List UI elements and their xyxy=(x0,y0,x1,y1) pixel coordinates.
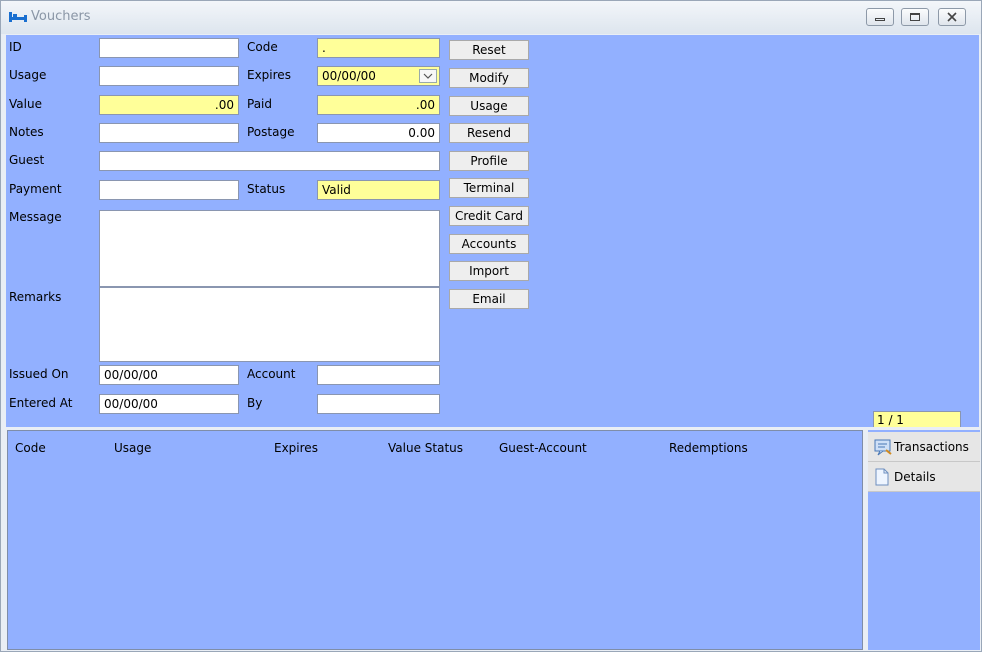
postage-field[interactable]: 0.00 xyxy=(317,123,440,143)
guest-field[interactable] xyxy=(99,151,440,171)
usage-field[interactable] xyxy=(99,66,239,86)
payment-label: Payment xyxy=(9,182,62,196)
code-field[interactable]: . xyxy=(317,38,440,58)
expires-label: Expires xyxy=(247,68,291,82)
modify-button[interactable]: Modify xyxy=(449,68,529,88)
voucher-form-panel: ID Usage Value Notes Guest Payment Messa… xyxy=(6,35,979,427)
profile-button[interactable]: Profile xyxy=(449,151,529,171)
account-label: Account xyxy=(247,367,296,381)
payment-field[interactable] xyxy=(99,180,239,200)
id-label: ID xyxy=(9,40,22,54)
postage-label: Postage xyxy=(247,125,295,139)
terminal-button[interactable]: Terminal xyxy=(449,178,529,198)
id-field[interactable] xyxy=(99,38,239,58)
code-label: Code xyxy=(247,40,278,54)
paid-label: Paid xyxy=(247,97,273,111)
column-header-code[interactable]: Code xyxy=(15,441,46,455)
close-icon xyxy=(947,12,957,22)
remarks-field[interactable] xyxy=(99,287,440,362)
issued-on-label: Issued On xyxy=(9,367,69,381)
title-bar: Vouchers xyxy=(1,1,981,34)
minimize-icon xyxy=(875,18,885,21)
window-title: Vouchers xyxy=(31,9,91,24)
maximize-button[interactable] xyxy=(901,8,929,26)
by-label: By xyxy=(247,396,263,410)
value-label: Value xyxy=(9,97,42,111)
import-button[interactable]: Import xyxy=(449,261,529,281)
status-label: Status xyxy=(247,182,286,196)
document-icon xyxy=(875,468,889,486)
pane-divider[interactable] xyxy=(1,427,981,429)
notes-label: Notes xyxy=(9,125,44,139)
reset-button[interactable]: Reset xyxy=(449,40,529,60)
vouchers-window: Vouchers ID Usage Value Notes Guest Paym… xyxy=(0,0,982,652)
usage-label: Usage xyxy=(9,68,47,82)
remarks-label: Remarks xyxy=(9,290,62,304)
accounts-button[interactable]: Accounts xyxy=(449,234,529,254)
minimize-button[interactable] xyxy=(866,8,894,26)
expires-value: 00/00/00 xyxy=(322,69,376,83)
message-field[interactable] xyxy=(99,210,440,287)
column-header-redemptions[interactable]: Redemptions xyxy=(669,441,748,455)
entered-at-label: Entered At xyxy=(9,396,73,410)
transactions-icon xyxy=(874,439,892,456)
issued-on-field[interactable]: 00/00/00 xyxy=(99,365,239,385)
notes-field[interactable] xyxy=(99,123,239,143)
expires-dropdown[interactable]: 00/00/00 xyxy=(317,66,440,86)
column-header-guest-account[interactable]: Guest-Account xyxy=(499,441,587,455)
account-field[interactable] xyxy=(317,365,440,385)
message-label: Message xyxy=(9,210,62,224)
paid-field[interactable]: .00 xyxy=(317,95,440,115)
side-panel: Transactions Details xyxy=(868,430,980,650)
credit-card-button[interactable]: Credit Card xyxy=(449,206,529,226)
voucher-grid[interactable]: Code Usage Expires Value Status Guest-Ac… xyxy=(7,430,863,650)
tab-transactions-label: Transactions xyxy=(894,440,969,454)
chevron-down-icon[interactable] xyxy=(419,69,437,83)
tab-transactions[interactable]: Transactions xyxy=(868,432,980,462)
usage-button[interactable]: Usage xyxy=(449,96,529,116)
guest-label: Guest xyxy=(9,153,45,167)
column-header-expires[interactable]: Expires xyxy=(274,441,318,455)
by-field[interactable] xyxy=(317,394,440,414)
status-field[interactable]: Valid xyxy=(317,180,440,200)
column-header-usage[interactable]: Usage xyxy=(114,441,151,455)
value-field[interactable]: .00 xyxy=(99,95,239,115)
resend-button[interactable]: Resend xyxy=(449,123,529,143)
entered-at-field[interactable]: 00/00/00 xyxy=(99,394,239,414)
maximize-icon xyxy=(910,13,920,21)
email-button[interactable]: Email xyxy=(449,289,529,309)
tab-details[interactable]: Details xyxy=(868,462,980,492)
close-button[interactable] xyxy=(938,8,966,26)
bed-icon xyxy=(9,12,27,22)
tab-details-label: Details xyxy=(894,470,936,484)
column-header-value-status[interactable]: Value Status xyxy=(388,441,463,455)
